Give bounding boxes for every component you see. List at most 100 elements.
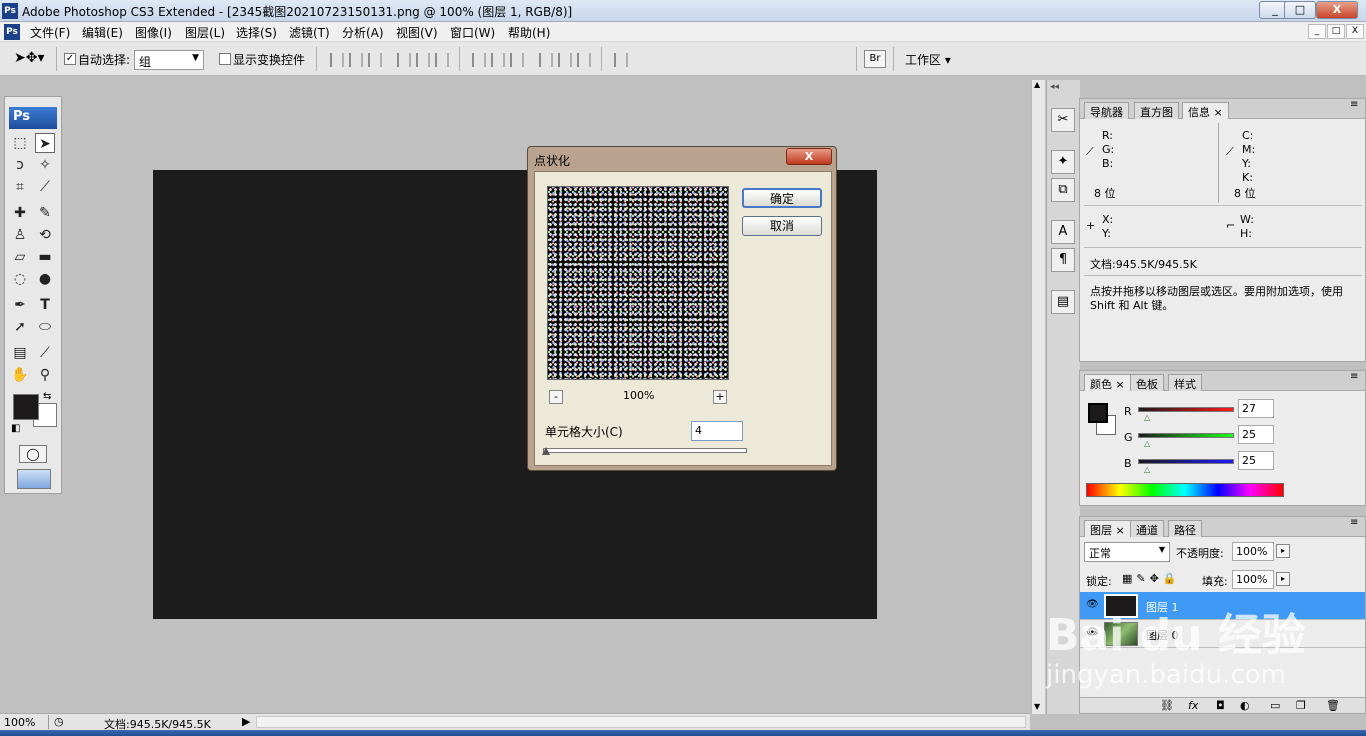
- auto-align-icon[interactable]: [614, 53, 628, 67]
- tab-styles[interactable]: 样式: [1168, 374, 1202, 391]
- bridge-icon[interactable]: Br: [864, 50, 886, 68]
- swap-colors-icon[interactable]: ⇆: [43, 391, 51, 402]
- foreground-color-swatch[interactable]: [13, 394, 39, 420]
- tab-navigator[interactable]: 导航器: [1084, 102, 1129, 119]
- lasso-tool-icon[interactable]: ↄ: [10, 155, 30, 175]
- workspace-button[interactable]: 工作区 ▾: [905, 51, 951, 68]
- slice-tool-icon[interactable]: ⟋: [35, 177, 55, 197]
- opacity-arrow-icon[interactable]: ▸: [1276, 544, 1290, 558]
- zoom-out-button[interactable]: -: [549, 390, 563, 404]
- color-r-input[interactable]: 27: [1238, 399, 1274, 418]
- lock-icons[interactable]: ▦✎✥🔒: [1122, 572, 1181, 585]
- scroll-up-icon[interactable]: ▲: [1034, 80, 1040, 89]
- slider-thumb[interactable]: [542, 447, 550, 455]
- slider-marker-icon[interactable]: △: [1144, 439, 1150, 448]
- new-group-icon[interactable]: ▭: [1270, 699, 1280, 712]
- distribute-left-icon[interactable]: [539, 53, 553, 67]
- hand-tool-icon[interactable]: ✋: [10, 365, 30, 385]
- magic-wand-tool-icon[interactable]: ✧: [35, 155, 55, 175]
- fill-input[interactable]: 100%: [1232, 570, 1274, 589]
- eraser-tool-icon[interactable]: ▱: [10, 247, 30, 267]
- status-zoom[interactable]: 100%: [4, 716, 35, 729]
- menu-layer[interactable]: 图层(L): [185, 24, 225, 41]
- color-r-slider[interactable]: [1138, 407, 1234, 412]
- align-top-icon[interactable]: [330, 53, 344, 67]
- clone-stamp-tool-icon[interactable]: ♙: [10, 225, 30, 245]
- status-menu-arrow-icon[interactable]: ▶: [242, 715, 250, 728]
- panel-menu-icon[interactable]: ≡: [1350, 371, 1358, 382]
- status-sync-icon[interactable]: ◷: [54, 715, 64, 728]
- show-transform-checkbox[interactable]: [219, 53, 231, 65]
- ok-button[interactable]: 确定: [742, 188, 822, 208]
- eyedropper-tool-icon[interactable]: ⟋: [35, 343, 55, 363]
- dodge-tool-icon[interactable]: ●: [35, 269, 55, 289]
- auto-select-checkbox[interactable]: ✓: [64, 53, 76, 65]
- character-icon[interactable]: A: [1051, 220, 1075, 244]
- slider-marker-icon[interactable]: △: [1144, 465, 1150, 474]
- quick-mask-icon[interactable]: ◯: [19, 445, 47, 463]
- cell-size-input[interactable]: 4: [691, 421, 743, 441]
- menu-window[interactable]: 窗口(W): [450, 24, 495, 41]
- zoom-in-button[interactable]: +: [713, 390, 727, 404]
- scroll-down-icon[interactable]: ▼: [1034, 702, 1040, 711]
- distribute-top-icon[interactable]: [472, 53, 486, 67]
- distribute-vcenter-icon[interactable]: [491, 53, 505, 67]
- color-b-input[interactable]: 25: [1238, 451, 1274, 470]
- align-bottom-icon[interactable]: [368, 53, 382, 67]
- doc-minimize-button[interactable]: _: [1308, 24, 1326, 39]
- menu-file[interactable]: 文件(F): [30, 24, 70, 41]
- paragraph-icon[interactable]: ¶: [1051, 248, 1075, 272]
- canvas-vertical-scrollbar[interactable]: ▲ ▼: [1031, 80, 1045, 714]
- panel-menu-icon[interactable]: ≡: [1350, 99, 1358, 110]
- cancel-button[interactable]: 取消: [742, 216, 822, 236]
- adjustment-layer-icon[interactable]: ◐: [1240, 699, 1250, 712]
- menu-help[interactable]: 帮助(H): [508, 24, 550, 41]
- tab-swatches[interactable]: 色板: [1130, 374, 1164, 391]
- menu-filter[interactable]: 滤镜(T): [289, 24, 330, 41]
- color-g-slider[interactable]: [1138, 433, 1234, 438]
- cell-size-slider[interactable]: [542, 447, 747, 455]
- tab-close-icon[interactable]: ×: [1214, 106, 1223, 119]
- foreground-swatch[interactable]: [1088, 403, 1108, 423]
- link-layers-icon[interactable]: ⛓: [1160, 699, 1174, 712]
- fill-arrow-icon[interactable]: ▸: [1276, 572, 1290, 586]
- brush-tool-icon[interactable]: ✎: [35, 203, 55, 223]
- dialog-close-button[interactable]: X: [786, 148, 832, 165]
- history-brush-tool-icon[interactable]: ⟲: [35, 225, 55, 245]
- menu-edit[interactable]: 编辑(E): [82, 24, 123, 41]
- filter-preview[interactable]: [547, 186, 729, 380]
- menu-analysis[interactable]: 分析(A): [342, 24, 384, 41]
- blend-mode-dropdown[interactable]: 正常 ▼: [1084, 542, 1170, 562]
- tab-layers[interactable]: 图层 ×: [1084, 520, 1131, 537]
- auto-select-dropdown[interactable]: 组 ▼: [134, 50, 204, 70]
- gradient-tool-icon[interactable]: ▬: [35, 247, 55, 267]
- text-tool-icon[interactable]: T: [35, 295, 55, 315]
- pen-tool-icon[interactable]: ✒: [10, 295, 30, 315]
- layer-style-icon[interactable]: fx: [1188, 699, 1198, 712]
- doc-restore-button[interactable]: □: [1327, 24, 1345, 39]
- zoom-tool-icon[interactable]: ⚲: [35, 365, 55, 385]
- align-right-icon[interactable]: [435, 53, 449, 67]
- layer-comps-icon[interactable]: ▤: [1051, 290, 1075, 314]
- color-b-slider[interactable]: [1138, 459, 1234, 464]
- healing-brush-tool-icon[interactable]: ✚: [10, 203, 30, 223]
- tab-close-icon[interactable]: ×: [1116, 524, 1125, 537]
- ellipse-tool-icon[interactable]: ⬭: [35, 317, 55, 337]
- marquee-tool-icon[interactable]: ⬚: [10, 133, 30, 153]
- notes-tool-icon[interactable]: ▤: [10, 343, 30, 363]
- tab-color[interactable]: 颜色 ×: [1084, 374, 1131, 391]
- delete-layer-icon[interactable]: 🗑: [1326, 699, 1340, 712]
- align-hcenter-icon[interactable]: [416, 53, 430, 67]
- new-layer-icon[interactable]: ❐: [1296, 699, 1306, 712]
- brushes-icon[interactable]: ✦: [1051, 150, 1075, 174]
- blur-tool-icon[interactable]: ◌: [10, 269, 30, 289]
- tab-histogram[interactable]: 直方图: [1134, 102, 1179, 119]
- horizontal-scrollbar[interactable]: [256, 716, 1026, 728]
- tab-paths[interactable]: 路径: [1168, 520, 1202, 537]
- default-colors-icon[interactable]: ◧: [11, 423, 20, 434]
- crop-tool-icon[interactable]: ⌗: [10, 177, 30, 197]
- menu-view[interactable]: 视图(V): [396, 24, 438, 41]
- distribute-bottom-icon[interactable]: [510, 53, 524, 67]
- slider-marker-icon[interactable]: △: [1144, 413, 1150, 422]
- color-g-input[interactable]: 25: [1238, 425, 1274, 444]
